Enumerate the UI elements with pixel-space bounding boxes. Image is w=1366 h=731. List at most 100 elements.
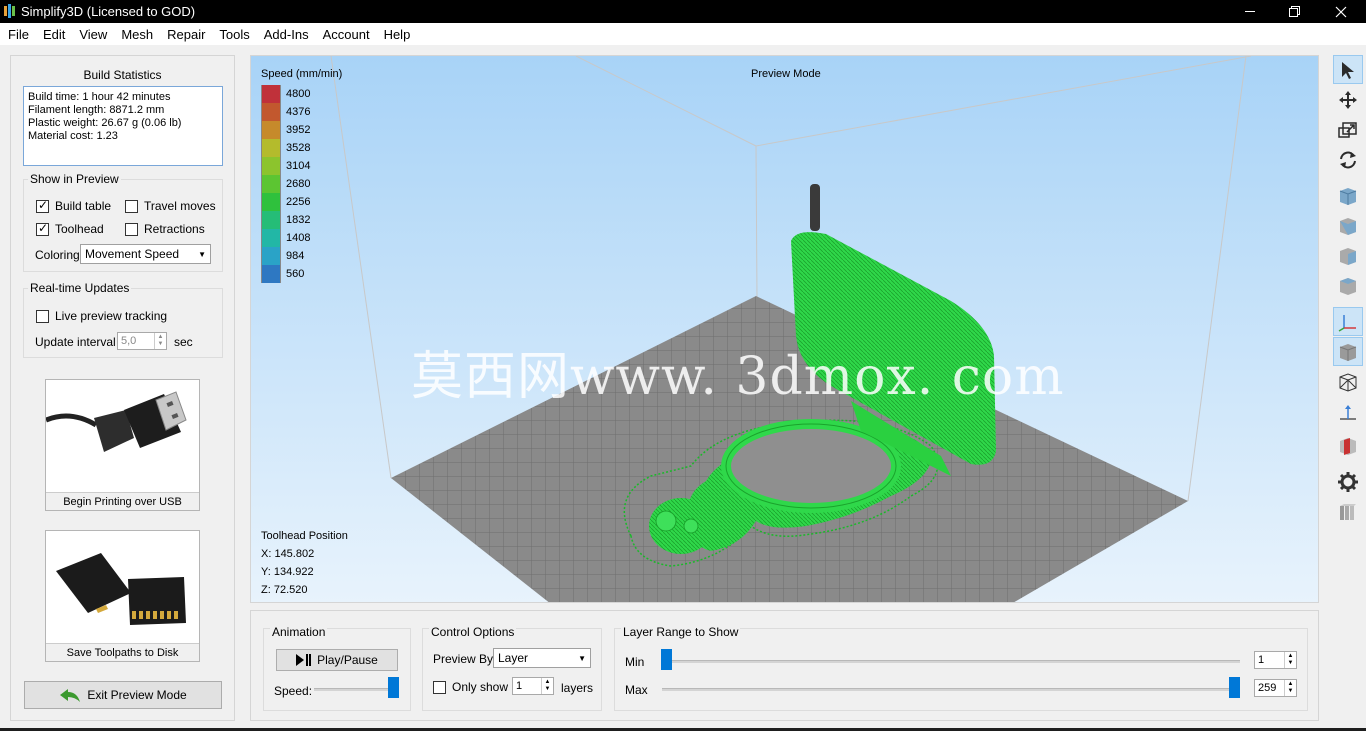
min-layer-spinbox[interactable]: 1 ▲ ▼ [1254, 651, 1297, 669]
view-front-button[interactable] [1333, 211, 1363, 240]
only-show-check[interactable] [433, 680, 446, 694]
menu-add-ins[interactable]: Add-Ins [257, 27, 316, 42]
cross-section-button[interactable] [1333, 431, 1363, 460]
speed-label: Speed: [274, 684, 313, 698]
toolhead-checkbox[interactable]: Toolhead [36, 221, 104, 236]
only-show-layers-spinbox[interactable]: 1 ▲ ▼ [512, 677, 554, 695]
spin-arrows-icon[interactable]: ▲ ▼ [1284, 680, 1296, 696]
legend-swatch [261, 247, 281, 265]
menu-repair[interactable]: Repair [160, 27, 212, 42]
close-button[interactable] [1318, 0, 1364, 23]
exit-preview-mode-button[interactable]: Exit Preview Mode [24, 681, 222, 709]
spin-arrows-icon[interactable]: ▲ ▼ [154, 333, 166, 349]
sd-card-icon [56, 553, 186, 625]
right-toolbar [1331, 45, 1366, 728]
toolhead-check[interactable] [36, 221, 49, 236]
view-default-button[interactable] [1333, 181, 1363, 210]
left-panel: Build Statistics Build time: 1 hour 42 m… [10, 55, 235, 721]
menu-edit[interactable]: Edit [36, 27, 72, 42]
spin-arrows-icon[interactable]: ▲ ▼ [541, 678, 553, 694]
coloring-label: Coloring [35, 248, 80, 262]
max-layer-slider-thumb[interactable] [1229, 677, 1240, 698]
spin-arrows-icon[interactable]: ▲ ▼ [1284, 652, 1296, 668]
preview-by-value: Layer [498, 651, 529, 665]
coloring-select[interactable]: Movement Speed ▼ [80, 244, 211, 264]
view-side-button[interactable] [1333, 241, 1363, 270]
legend-swatch [261, 175, 281, 193]
travel-moves-check[interactable] [125, 199, 138, 213]
select-tool-button[interactable] [1333, 55, 1363, 84]
max-layer-slider-track[interactable] [662, 688, 1240, 691]
speed-slider-thumb[interactable] [388, 677, 399, 698]
3d-preview-viewport[interactable]: Speed (mm/min) 4800 4376 3952 3528 3104 2680 2… [250, 55, 1319, 603]
stat-plastic-weight: Plastic weight: 26.67 g (0.06 lb) [28, 117, 182, 129]
view-front-icon [1340, 217, 1356, 235]
move-tool-button[interactable] [1333, 85, 1363, 114]
toolhead-label: Toolhead [55, 222, 104, 236]
legend-row: 3104 [261, 157, 310, 175]
legend-row: 4376 [261, 103, 310, 121]
title-bar: Simplify3D (Licensed to GOD) [0, 0, 1366, 23]
stat-material-cost: Material cost: 1.23 [28, 130, 118, 142]
live-preview-tracking-checkbox[interactable]: Live preview tracking [36, 309, 167, 323]
usb-cable-icon [45, 391, 187, 452]
retractions-label: Retractions [144, 222, 205, 236]
bottom-control-panel: Animation Play/Pause Speed: Control Opti… [250, 610, 1319, 721]
animation-title: Animation [270, 625, 328, 639]
menu-tools[interactable]: Tools [212, 27, 256, 42]
legend-row: 2680 [261, 175, 310, 193]
view-default-icon [1339, 187, 1357, 205]
min-layer-slider-track[interactable] [662, 660, 1240, 663]
save-toolpaths-disk-button[interactable]: Save Toolpaths to Disk [45, 530, 200, 662]
scene-canvas [251, 56, 1318, 602]
minimize-button[interactable] [1227, 0, 1273, 23]
legend-value: 3104 [286, 160, 311, 172]
select-icon [1342, 61, 1354, 79]
menu-account[interactable]: Account [316, 27, 377, 42]
build-table-check[interactable] [36, 198, 49, 213]
exit-preview-mode-label: Exit Preview Mode [87, 688, 187, 702]
settings-button[interactable] [1333, 467, 1363, 496]
menu-help[interactable]: Help [377, 27, 418, 42]
begin-printing-usb-button[interactable]: Begin Printing over USB [45, 379, 200, 511]
min-layer-slider-thumb[interactable] [661, 649, 672, 670]
wireframe-view-button[interactable] [1333, 367, 1363, 396]
restore-button[interactable] [1272, 0, 1318, 23]
only-show-value: 1 [516, 680, 523, 692]
toolhead-position-title: Toolhead Position [261, 530, 348, 542]
solid-view-button[interactable] [1333, 337, 1363, 366]
update-interval-spinbox[interactable]: 5,0 ▲ ▼ [117, 332, 167, 350]
show-normals-button[interactable] [1333, 397, 1363, 426]
play-pause-button[interactable]: Play/Pause [276, 649, 398, 671]
legend-row: 2256 [261, 193, 310, 211]
legend-value: 560 [286, 268, 305, 280]
only-show-label: Only show [452, 680, 509, 694]
toggle-axes-button[interactable] [1333, 307, 1363, 336]
restore-icon [1289, 5, 1300, 17]
min-layer-value: 1 [1258, 654, 1265, 666]
menu-mesh[interactable]: Mesh [114, 27, 160, 42]
menu-view[interactable]: View [72, 27, 114, 42]
legend-value: 4376 [286, 106, 311, 118]
layers-label: layers [561, 681, 594, 695]
build-table-checkbox[interactable]: Build table [36, 198, 111, 213]
legend-swatch [261, 157, 281, 175]
retractions-checkbox[interactable]: Retractions [125, 222, 205, 236]
retractions-check[interactable] [125, 222, 138, 236]
speed-slider-track[interactable] [314, 688, 399, 691]
rotate-tool-button[interactable] [1333, 145, 1363, 174]
extrusion-view-button[interactable] [1333, 497, 1363, 526]
max-layer-spinbox[interactable]: 259 ▲ ▼ [1254, 679, 1297, 697]
dropdown-arrow-icon: ▼ [198, 249, 206, 259]
travel-moves-checkbox[interactable]: Travel moves [125, 199, 216, 213]
wireframe-view-icon [1339, 372, 1357, 392]
menu-file[interactable]: File [1, 27, 36, 42]
only-show-checkbox[interactable]: Only show [433, 680, 508, 694]
scale-tool-button[interactable] [1333, 115, 1363, 144]
view-side-icon [1340, 247, 1356, 265]
preview-by-select[interactable]: Layer ▼ [493, 648, 591, 668]
legend-value: 4800 [286, 88, 311, 100]
live-preview-tracking-check[interactable] [36, 309, 49, 323]
legend-value: 2256 [286, 196, 311, 208]
view-top-button[interactable] [1333, 271, 1363, 300]
